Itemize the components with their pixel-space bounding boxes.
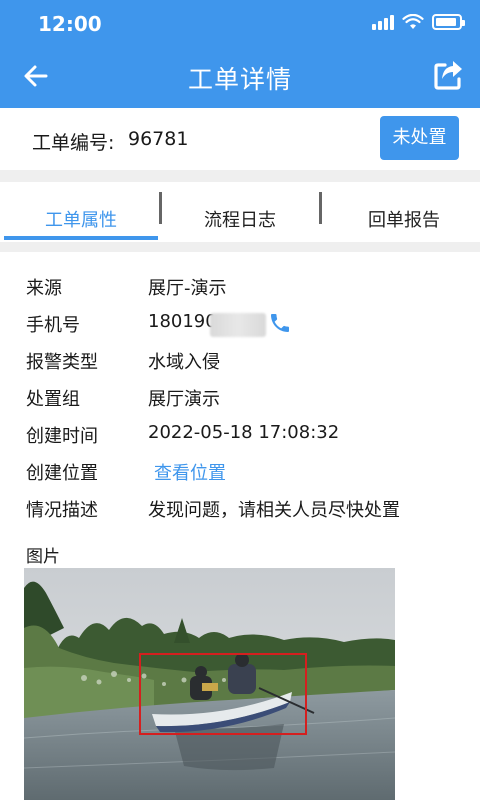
detail-value: 展厅-演示	[148, 278, 227, 299]
masked-phone-digits	[210, 313, 266, 337]
section-divider	[0, 242, 480, 252]
detail-value: 展厅演示	[148, 389, 220, 410]
picture-label: 图片	[26, 547, 60, 567]
detail-key: 情况描述	[26, 500, 98, 521]
order-number-value: 96781	[128, 128, 189, 150]
status-button[interactable]: 未处置	[380, 116, 459, 160]
detail-row-created-location: 创建位置 查看位置	[0, 459, 480, 489]
detail-key: 创建时间	[26, 426, 98, 447]
tab-divider	[319, 192, 322, 224]
detail-key: 手机号	[26, 315, 80, 336]
app-header: 12:00 工单详情	[0, 0, 480, 108]
detail-value: 2022-05-18 17:08:32	[148, 422, 340, 443]
status-icons	[372, 14, 465, 30]
detail-key: 来源	[26, 278, 62, 299]
detail-row-created-time: 创建时间 2022-05-18 17:08:32	[0, 422, 480, 452]
order-number-label: 工单编号:	[32, 132, 115, 154]
detail-row-phone: 手机号 180190	[0, 311, 480, 341]
status-time: 12:00	[38, 12, 102, 36]
share-icon[interactable]	[432, 58, 466, 92]
detail-value: 发现问题，请相关人员尽快处置	[148, 500, 400, 521]
active-tab-indicator	[4, 236, 158, 240]
tab-bar: 工单属性 流程日志 回单报告	[0, 182, 480, 242]
tab-report[interactable]: 回单报告	[368, 206, 440, 232]
detail-row-description: 情况描述 发现问题，请相关人员尽快处置	[0, 496, 480, 526]
section-divider	[0, 170, 480, 182]
phone-call-icon[interactable]	[268, 311, 292, 335]
nav-bar: 工单详情	[0, 50, 480, 104]
tab-process-log[interactable]: 流程日志	[204, 206, 276, 232]
signal-icon	[372, 14, 394, 30]
view-location-link[interactable]: 查看位置	[154, 459, 226, 485]
battery-icon	[432, 14, 465, 30]
status-bar: 12:00	[0, 0, 480, 48]
detail-key: 创建位置	[26, 463, 98, 484]
incident-photo[interactable]	[24, 568, 395, 800]
order-number-row: 工单编号: 96781 未处置	[0, 108, 480, 172]
detail-key: 处置组	[26, 389, 80, 410]
detail-key: 报警类型	[26, 352, 98, 373]
detail-row-source: 来源 展厅-演示	[0, 274, 480, 304]
wifi-icon	[402, 14, 424, 29]
detail-row-alarm-type: 报警类型 水域入侵	[0, 348, 480, 378]
detail-row-group: 处置组 展厅演示	[0, 385, 480, 415]
tab-divider	[159, 192, 162, 224]
detail-value: 180190	[148, 311, 217, 332]
page-title: 工单详情	[187, 65, 292, 94]
detail-value: 水域入侵	[148, 352, 220, 373]
tab-order-attributes[interactable]: 工单属性	[45, 206, 117, 232]
